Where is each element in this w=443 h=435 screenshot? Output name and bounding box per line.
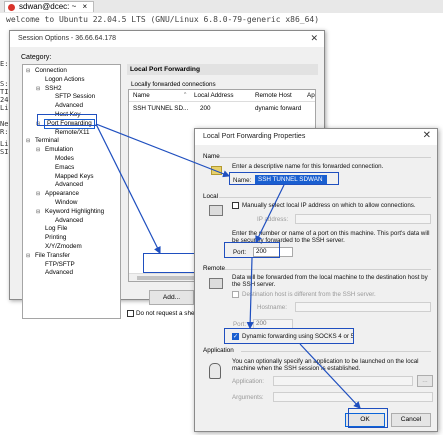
arrow-socks-to-ok: [299, 343, 361, 409]
arrow-to-add: [95, 123, 161, 255]
annotation-arrows: [95, 123, 361, 409]
arrow-to-name: [95, 123, 231, 178]
arrow-port-to-socks: [246, 257, 254, 330]
arrow-name-to-port: [255, 184, 285, 244]
